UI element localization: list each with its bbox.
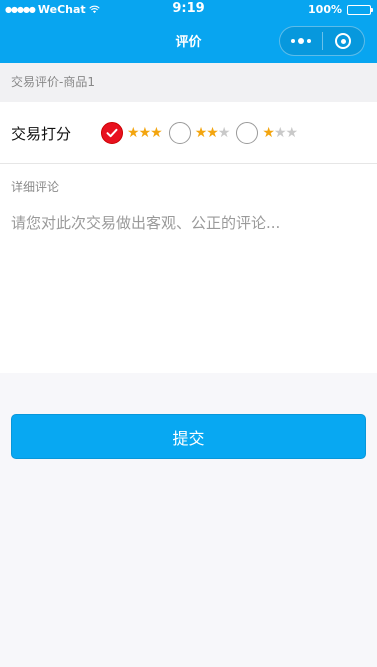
star-empty-icon: ★ (273, 125, 287, 141)
radio-unchecked-icon[interactable] (168, 122, 191, 144)
star-rating-icon: ★★★ (262, 125, 299, 141)
comment-label: 详细评论 (11, 180, 60, 194)
comment-section: 详细评论 (0, 164, 377, 373)
rating-option-3-star[interactable]: ★★★ (101, 122, 163, 144)
close-mini-program-button[interactable] (323, 27, 364, 55)
rating-option-2-star[interactable]: ★★★ (168, 122, 231, 144)
star-filled-icon: ★ (206, 125, 219, 141)
star-filled-icon: ★ (150, 125, 163, 141)
comment-textarea[interactable] (11, 212, 366, 362)
navigation-bar: ●●●●● WeChat 9:19 100% 评价 (0, 0, 377, 63)
star-empty-icon: ★ (217, 125, 231, 141)
more-dots-icon[interactable] (280, 27, 322, 55)
radio-unchecked-icon[interactable] (236, 122, 259, 144)
status-bar: ●●●●● WeChat 9:19 100% (0, 0, 377, 20)
star-rating-icon: ★★★ (127, 125, 163, 141)
rating-option-1-star[interactable]: ★★★ (236, 122, 299, 144)
star-rating-icon: ★★★ (194, 125, 231, 141)
star-filled-icon: ★ (262, 125, 275, 141)
star-filled-icon: ★ (138, 125, 152, 141)
battery-icon (347, 4, 373, 15)
rating-row: 交易打分 ★★★ ★★★ ★★★ (0, 102, 377, 164)
section-header: 交易评价-商品1 (0, 63, 377, 102)
star-filled-icon: ★ (127, 125, 140, 141)
star-empty-icon: ★ (285, 125, 299, 141)
submit-button[interactable]: 提交 (11, 414, 366, 459)
status-bar-right: 100% (308, 3, 373, 16)
target-close-icon (335, 33, 352, 49)
star-filled-icon: ★ (194, 125, 208, 141)
battery-percent: 100% (308, 3, 342, 16)
radio-checked-icon[interactable] (101, 122, 123, 144)
rating-label: 交易打分 (11, 125, 72, 143)
mini-program-capsule (279, 26, 365, 56)
rating-options: ★★★ ★★★ ★★★ (101, 122, 304, 144)
